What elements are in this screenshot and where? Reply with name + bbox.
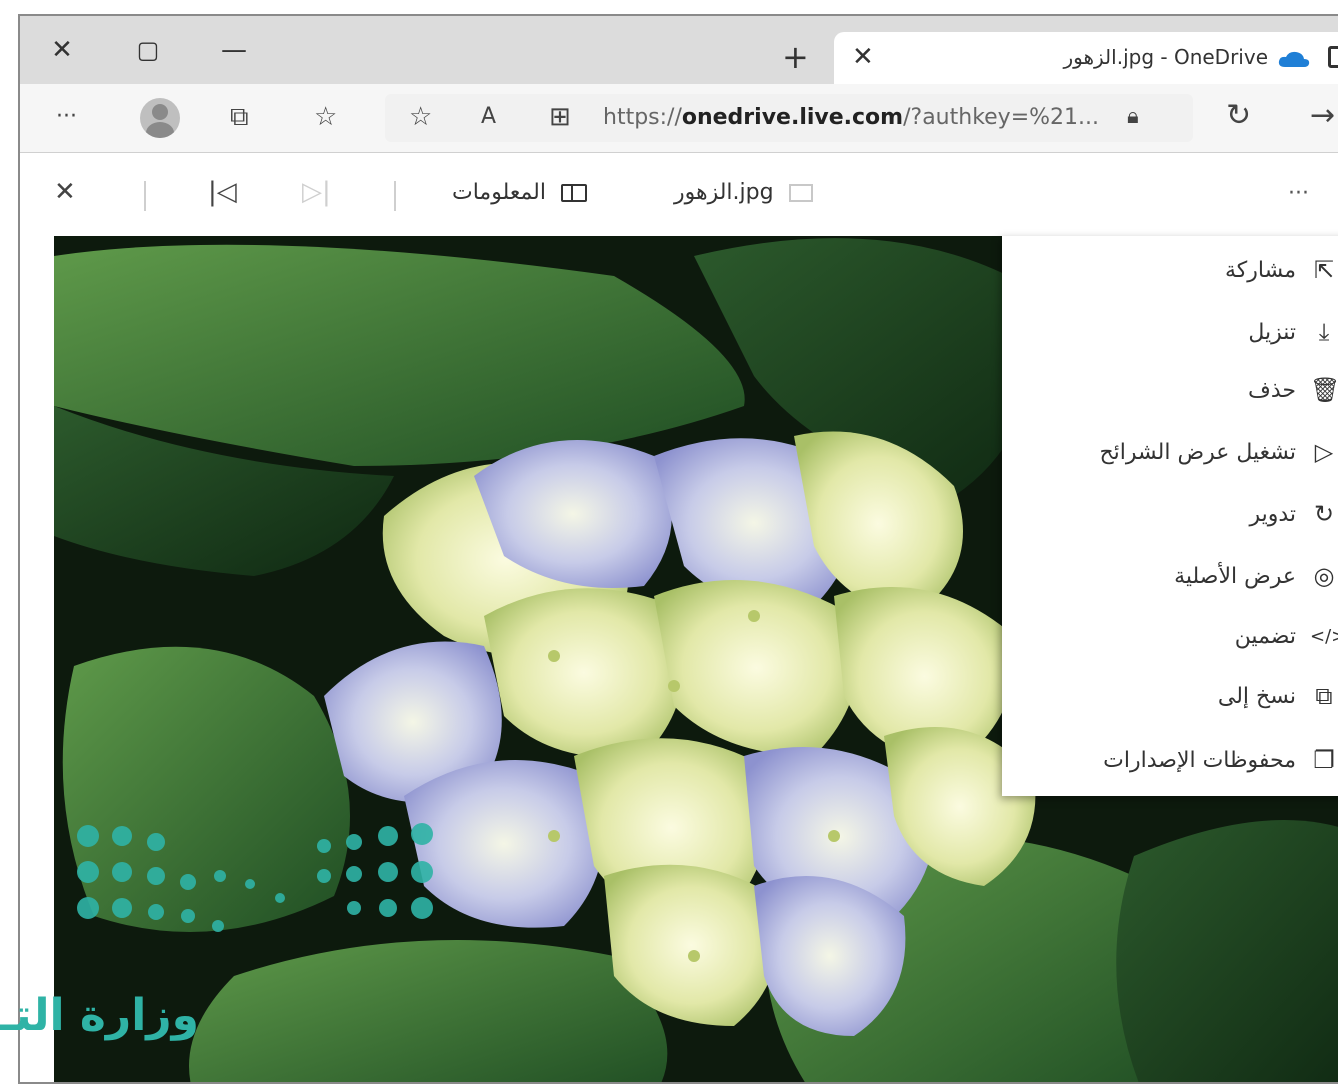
menu-item-view-original[interactable]: ◎ عرض الأصلية — [1174, 556, 1338, 596]
embed-icon: </> — [1310, 625, 1338, 647]
minimize-window-button[interactable]: — — [214, 30, 254, 70]
maximize-window-button[interactable]: ▢ — [128, 30, 168, 70]
menu-item-label: تشغيل عرض الشرائح — [1099, 439, 1296, 465]
download-icon: ⤓ — [1318, 318, 1330, 346]
tab-title: الزهور.jpg - OneDrive — [1063, 45, 1268, 69]
menu-item-label: حذف — [1248, 377, 1296, 403]
menu-item-label: تضمين — [1234, 623, 1296, 649]
add-favorite-icon[interactable]: ☆ — [409, 102, 432, 132]
more-options-menu: ⇱ مشاركة ⤓ تنزيل 🗑︎ حذف ▷ تشغيل عرض الشر… — [1002, 236, 1338, 796]
menu-item-download[interactable]: ⤓ تنزيل — [1248, 312, 1338, 352]
image-file-icon — [788, 184, 813, 202]
file-name: الزهور.jpg — [674, 180, 813, 205]
collections-icon[interactable]: ⧉ — [230, 102, 249, 133]
menu-item-label: مشاركة — [1224, 257, 1296, 283]
forward-icon[interactable]: → — [1310, 98, 1335, 133]
menu-item-share[interactable]: ⇱ مشاركة — [1225, 250, 1338, 290]
info-panel-icon — [561, 184, 587, 202]
browser-window: ✕ ▢ — + ✕ الزهور.jpg - OneDrive ··· ⧉ ☆ … — [18, 14, 1338, 1084]
menu-item-label: عرض الأصلية — [1174, 563, 1296, 589]
url-text[interactable]: https://onedrive.live.com/?authkey=%21..… — [603, 105, 1099, 130]
browser-tab[interactable]: ✕ الزهور.jpg - OneDrive — [834, 32, 1338, 86]
address-field[interactable]: ☆ A ⊞ https://onedrive.live.com/?authkey… — [385, 94, 1193, 142]
copy-icon: ⧉ — [1315, 682, 1333, 710]
lock-icon[interactable]: 🔒︎ — [1127, 104, 1139, 129]
info-button[interactable]: المعلومات — [452, 180, 587, 205]
address-bar-row: ··· ⧉ ☆ ☆ A ⊞ https://onedrive.live.com/… — [20, 84, 1338, 153]
app-available-icon[interactable]: ⊞ — [549, 102, 571, 132]
viewer-toolbar: ✕ |◁ ▷| المعلومات الزهور.jpg ··· — [20, 153, 1338, 235]
view-original-icon: ◎ — [1313, 562, 1335, 590]
toolbar-divider — [144, 181, 146, 211]
refresh-icon[interactable]: ↻ — [1226, 98, 1251, 133]
next-image-button[interactable]: ▷| — [302, 177, 331, 207]
menu-item-label: نسخ إلى — [1217, 683, 1296, 709]
file-name-label: الزهور.jpg — [674, 180, 774, 205]
viewer-close-button[interactable]: ✕ — [54, 177, 76, 207]
profile-icon[interactable] — [140, 98, 180, 138]
menu-item-label: محفوظات الإصدارات — [1103, 747, 1296, 773]
info-label: المعلومات — [452, 180, 546, 205]
menu-item-slideshow[interactable]: ▷ تشغيل عرض الشرائح — [1099, 432, 1338, 472]
previous-image-button[interactable]: |◁ — [208, 177, 237, 207]
favorites-icon[interactable]: ☆ — [314, 102, 337, 132]
trash-icon: 🗑︎ — [1310, 376, 1338, 404]
toolbar-divider — [394, 181, 396, 211]
play-icon: ▷ — [1314, 438, 1334, 466]
menu-item-delete[interactable]: 🗑︎ حذف — [1248, 370, 1338, 410]
menu-item-embed[interactable]: </> تضمين — [1235, 616, 1338, 656]
menu-item-version-history[interactable]: ❐ محفوظات الإصدارات — [1103, 740, 1338, 780]
ministry-watermark: وزارة التـ — [0, 990, 199, 1041]
menu-item-label: تدوير — [1249, 501, 1296, 527]
menu-item-label: تنزيل — [1248, 319, 1296, 345]
version-history-icon: ❐ — [1313, 746, 1335, 774]
close-window-button[interactable]: ✕ — [42, 30, 82, 70]
more-icon[interactable]: ··· — [56, 104, 77, 129]
tab-strip: ✕ ▢ — + ✕ الزهور.jpg - OneDrive — [20, 16, 1338, 86]
more-options-button[interactable]: ··· — [1288, 181, 1309, 206]
tab-close-icon[interactable]: ✕ — [852, 42, 874, 72]
onedrive-cloud-icon — [1278, 51, 1310, 67]
new-tab-button[interactable]: + — [782, 38, 809, 76]
read-aloud-icon[interactable]: A — [481, 104, 496, 129]
menu-item-copy-to[interactable]: ⧉ نسخ إلى — [1218, 676, 1338, 716]
share-icon: ⇱ — [1313, 256, 1335, 284]
menu-item-rotate[interactable]: ↻ تدوير — [1249, 494, 1338, 534]
rotate-icon: ↻ — [1313, 500, 1335, 528]
tab-actions-icon[interactable] — [1328, 46, 1338, 68]
